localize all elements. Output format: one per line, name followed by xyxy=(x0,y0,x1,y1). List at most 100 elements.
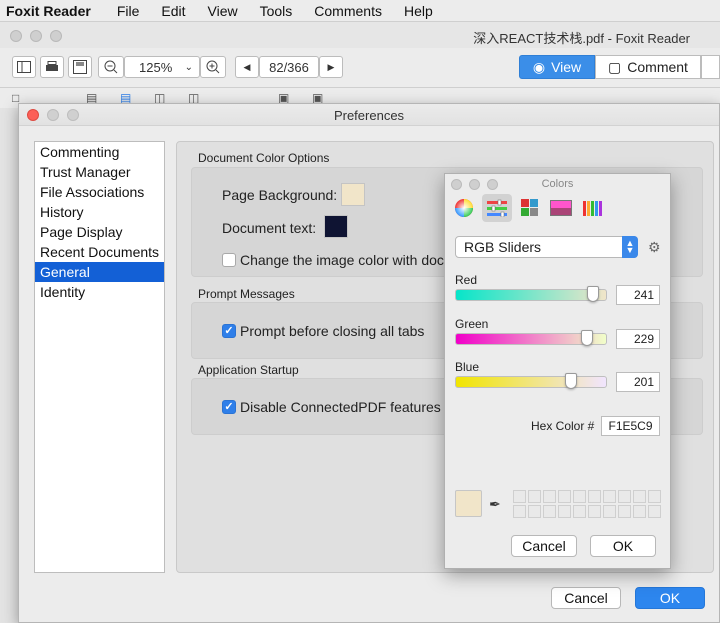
sidebar-item-commenting[interactable]: Commenting xyxy=(35,142,164,162)
color-sliders-tab[interactable] xyxy=(482,194,512,222)
print-button[interactable] xyxy=(40,56,64,78)
red-label: Red xyxy=(455,273,478,287)
page-number-field[interactable]: 82/366 xyxy=(259,56,319,78)
sidebar-item-identity[interactable]: Identity xyxy=(35,282,164,302)
preferences-sidebar: Commenting Trust Manager File Associatio… xyxy=(34,141,165,573)
chevron-down-icon: ⌄ xyxy=(184,61,193,73)
green-label: Green xyxy=(455,317,489,331)
next-page-button[interactable]: ▶ xyxy=(319,56,343,78)
blue-value-field[interactable]: 201 xyxy=(616,372,660,392)
menu-edit[interactable]: Edit xyxy=(161,3,185,19)
sidebar-item-page-display[interactable]: Page Display xyxy=(35,222,164,242)
slider-mode-value: RGB Sliders xyxy=(464,239,542,255)
zoom-value: 125% xyxy=(139,59,173,75)
sidebar-item-trust-manager[interactable]: Trust Manager xyxy=(35,162,164,182)
colors-title: Colors xyxy=(541,178,574,190)
prompt-before-closing-label: Prompt before closing all tabs xyxy=(240,323,425,339)
document-text-color-well[interactable] xyxy=(324,215,348,238)
current-color-swatch[interactable] xyxy=(455,490,482,517)
zoom-in-icon xyxy=(206,60,220,74)
sidebar-item-file-associations[interactable]: File Associations xyxy=(35,182,164,202)
triangle-right-icon: ▶ xyxy=(327,61,335,72)
preferences-title: Preferences xyxy=(333,108,405,123)
colors-ok-button[interactable]: OK xyxy=(590,535,656,557)
page-background-label: Page Background: xyxy=(222,187,338,203)
window-zoom-button[interactable] xyxy=(50,30,62,42)
comment-icon: ▢ xyxy=(608,58,622,75)
slider-mode-select[interactable]: RGB Sliders ▲ ▼ xyxy=(455,236,638,258)
preferences-ok-button[interactable]: OK xyxy=(635,587,705,609)
sidebar-item-general[interactable]: General xyxy=(35,262,164,282)
menu-view[interactable]: View xyxy=(208,3,238,19)
change-image-color-label: Change the image color with docu xyxy=(240,252,452,268)
change-image-color-checkbox[interactable] xyxy=(222,253,236,267)
triangle-left-icon: ◀ xyxy=(243,61,251,72)
blue-label: Blue xyxy=(455,360,480,374)
hex-color-label: Hex Color # xyxy=(531,419,595,433)
more-tab[interactable] xyxy=(701,55,720,79)
sliders-icon xyxy=(487,199,507,217)
page-number: 82/366 xyxy=(269,59,309,75)
hex-color-field[interactable]: F1E5C9 xyxy=(601,416,660,436)
menu-bar: Foxit Reader File Edit View Tools Commen… xyxy=(0,0,720,22)
color-palettes-tab[interactable] xyxy=(515,194,545,222)
menu-help[interactable]: Help xyxy=(404,3,433,19)
blue-slider-thumb[interactable] xyxy=(565,373,577,389)
zoom-out-icon xyxy=(104,60,118,74)
image-palette-icon xyxy=(550,200,572,216)
page-background-color-well[interactable] xyxy=(341,183,365,206)
window-minimize-button[interactable] xyxy=(30,30,42,42)
gear-icon[interactable]: ⚙ xyxy=(648,239,661,256)
zoom-select[interactable]: 125% ⌄ xyxy=(124,56,200,78)
disable-connectedpdf-checkbox[interactable]: ✓ xyxy=(222,400,236,414)
menu-comments[interactable]: Comments xyxy=(314,3,382,19)
palette-grid-icon xyxy=(521,199,538,216)
print-icon xyxy=(46,61,58,71)
red-value-field[interactable]: 241 xyxy=(616,285,660,305)
zoom-in-button[interactable] xyxy=(200,56,226,78)
crayons-icon xyxy=(583,201,602,216)
green-slider-thumb[interactable] xyxy=(581,330,593,346)
window-close-button[interactable] xyxy=(10,30,22,42)
color-wheel-icon xyxy=(455,199,473,217)
prompt-before-closing-checkbox[interactable]: ✓ xyxy=(222,324,236,338)
red-slider[interactable] xyxy=(455,286,607,302)
view-tab-label: View xyxy=(551,59,582,75)
updown-arrows-icon: ▲ ▼ xyxy=(622,236,638,258)
application-startup-section-title: Application Startup xyxy=(198,363,299,377)
preferences-cancel-button[interactable]: Cancel xyxy=(551,587,621,609)
color-wheel-tab[interactable] xyxy=(449,194,479,222)
document-text-label: Document text: xyxy=(222,220,317,236)
blue-slider[interactable] xyxy=(455,373,607,389)
sidebar-item-history[interactable]: History xyxy=(35,202,164,222)
window-titlebar: 深入REACT技术栈.pdf - Foxit Reader xyxy=(0,22,720,48)
sidebar-icon xyxy=(17,61,31,73)
green-slider[interactable] xyxy=(455,330,607,346)
colors-panel: Colors RGB Sliders ▲ ▼ ⚙ Red 241 Green 2… xyxy=(444,173,671,569)
zoom-out-button[interactable] xyxy=(98,56,124,78)
comment-tab[interactable]: ▢ Comment xyxy=(595,55,701,79)
prompt-messages-section-title: Prompt Messages xyxy=(198,287,295,301)
window-title: 深入REACT技术栈.pdf - Foxit Reader xyxy=(473,31,690,46)
previous-page-button[interactable]: ◀ xyxy=(235,56,259,78)
menu-tools[interactable]: Tools xyxy=(260,3,293,19)
disable-connectedpdf-label: Disable ConnectedPDF features xyxy=(240,399,441,415)
colors-cancel-button[interactable]: Cancel xyxy=(511,535,577,557)
main-toolbar: 125% ⌄ ◀ 82/366 ▶ ◉ View ▢ Comment xyxy=(0,48,720,88)
saved-colors-grid[interactable] xyxy=(513,490,661,520)
eye-icon: ◉ xyxy=(532,58,546,75)
sidebar-toggle-button[interactable] xyxy=(12,56,36,78)
save-button[interactable] xyxy=(68,56,92,78)
eyedropper-icon[interactable]: ✒ xyxy=(489,496,501,513)
menu-file[interactable]: File xyxy=(117,3,140,19)
green-value-field[interactable]: 229 xyxy=(616,329,660,349)
crayons-tab[interactable] xyxy=(578,194,608,222)
image-palettes-tab[interactable] xyxy=(546,194,576,222)
view-tab[interactable]: ◉ View xyxy=(519,55,595,79)
sidebar-item-recent-documents[interactable]: Recent Documents xyxy=(35,242,164,262)
red-slider-thumb[interactable] xyxy=(587,286,599,302)
comment-tab-label: Comment xyxy=(627,59,688,75)
app-menu[interactable]: Foxit Reader xyxy=(6,3,91,19)
document-color-section-title: Document Color Options xyxy=(198,151,330,165)
save-icon xyxy=(73,60,87,74)
